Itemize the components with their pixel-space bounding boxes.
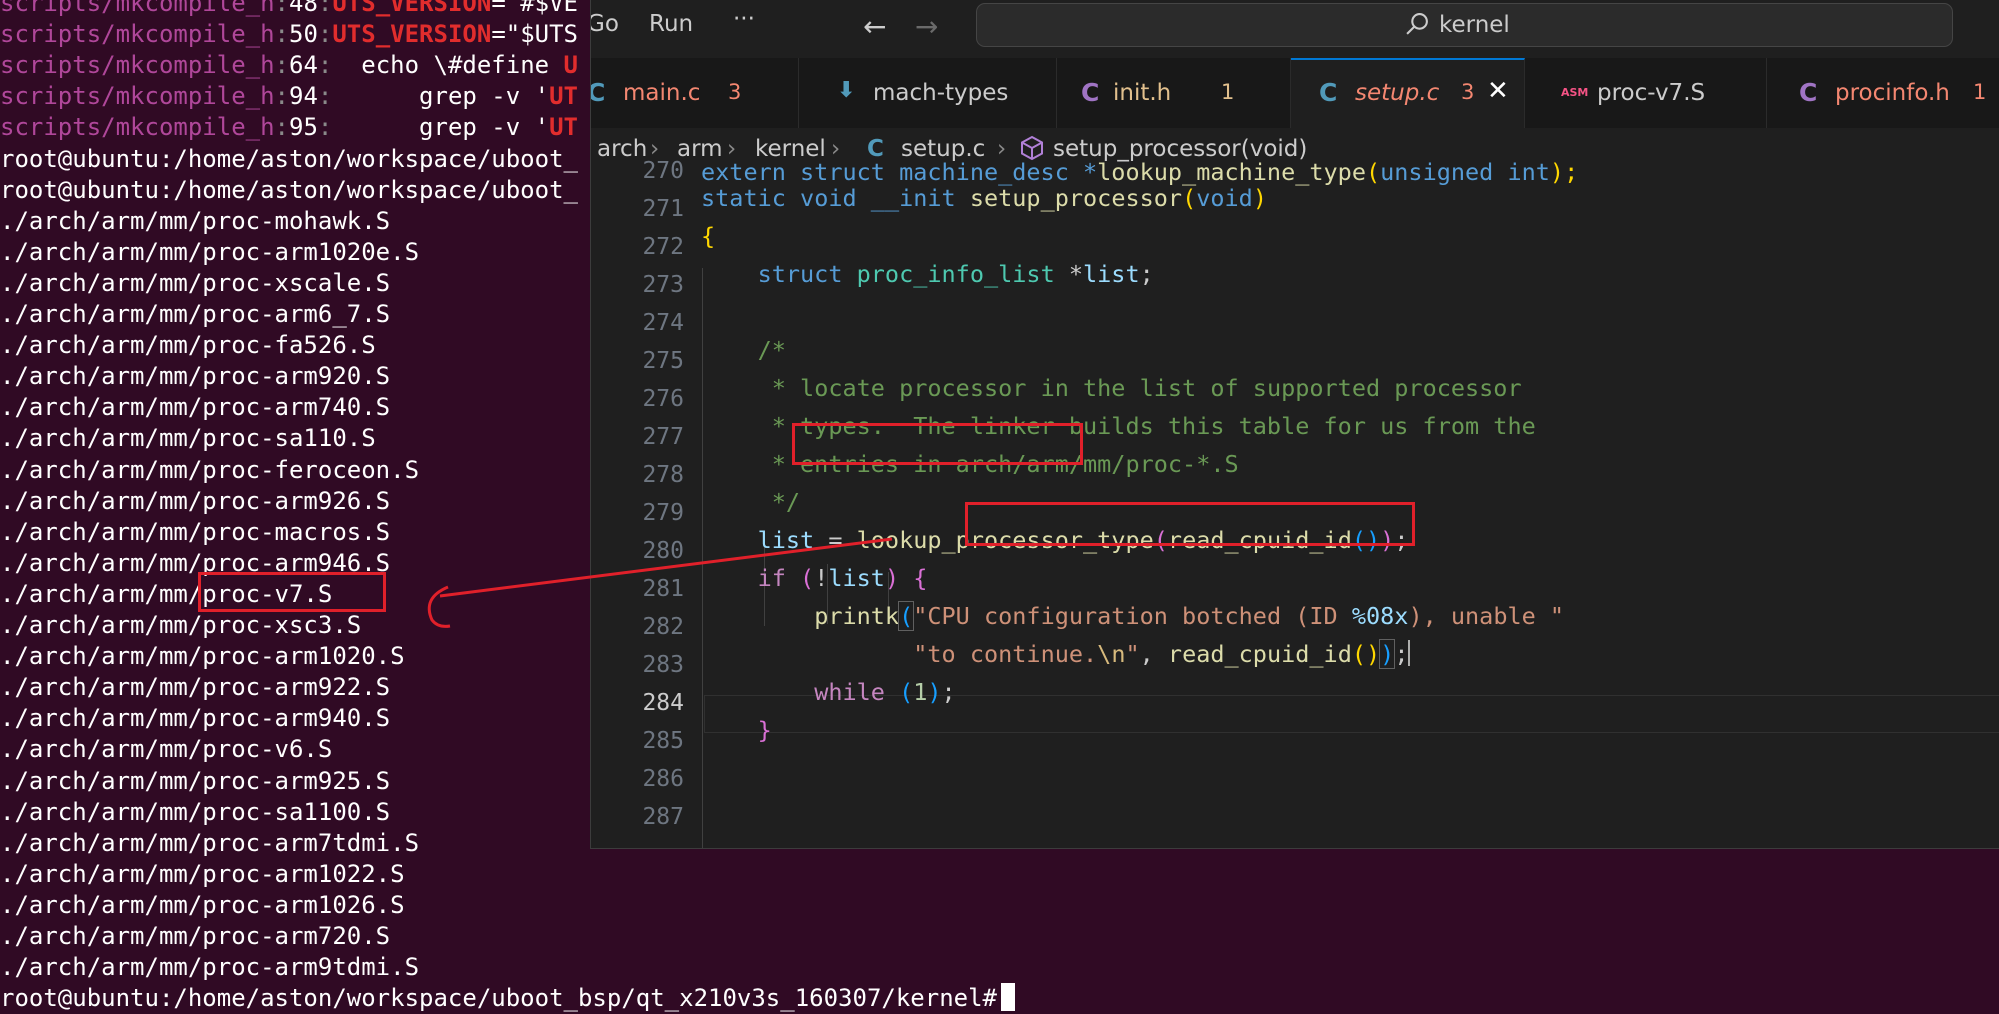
annotation-arrow xyxy=(427,537,893,628)
